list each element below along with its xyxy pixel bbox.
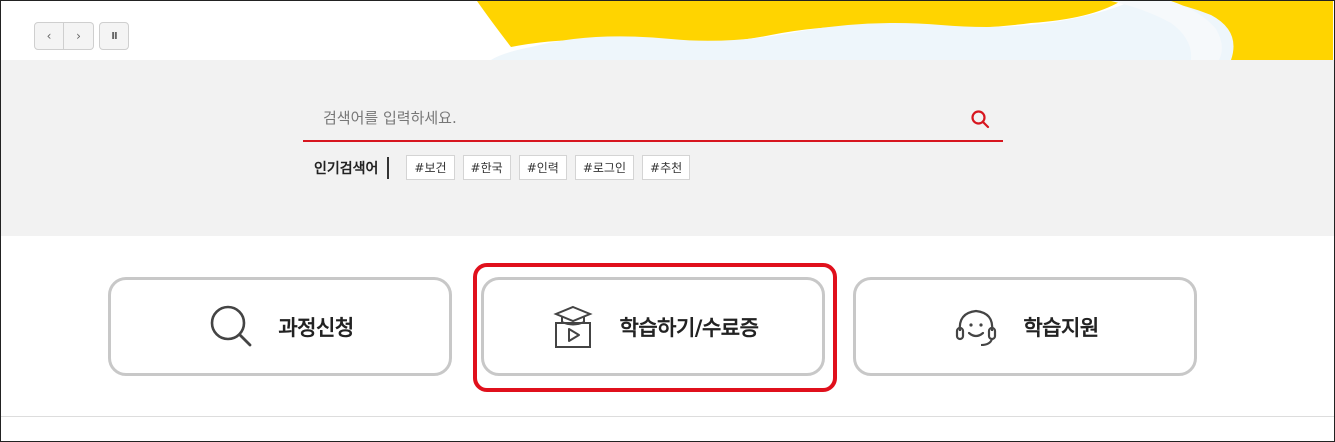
quick-menu: 과정신청 학습하기/수료증 학습지원 [1, 236, 1334, 416]
keyword-tag[interactable]: #인력 [518, 155, 567, 180]
search-button[interactable] [967, 106, 993, 132]
popular-keywords-label: 인기검색어 [314, 160, 379, 177]
learning-support-label: 학습지원 [1023, 315, 1099, 340]
slider-controls: ‹ › II [34, 22, 129, 50]
course-apply-label: 과정신청 [278, 315, 354, 340]
headset-icon [951, 302, 1001, 352]
graduation-video-icon [548, 302, 598, 352]
keyword-tag[interactable]: #추천 [642, 155, 691, 180]
search-section: 인기검색어 #보건 #한국 #인력 #로그인 #추천 [1, 60, 1334, 236]
pause-icon: II [111, 30, 118, 42]
magnifier-icon [206, 302, 256, 352]
slider-next-button[interactable]: › [64, 22, 94, 50]
chevron-left-icon: ‹ [46, 29, 52, 43]
learning-certificate-label: 학습하기/수료증 [619, 315, 759, 340]
popular-keywords: 인기검색어 #보건 #한국 #인력 #로그인 #추천 [314, 155, 698, 180]
keyword-tag[interactable]: #보건 [406, 155, 455, 180]
search-box [303, 98, 1003, 142]
learning-certificate-button[interactable]: 학습하기/수료증 [481, 277, 825, 376]
chevron-right-icon: › [76, 29, 81, 43]
keyword-tag[interactable]: #로그인 [574, 155, 635, 180]
banner-decoration [477, 1, 1333, 60]
slider-prev-button[interactable]: ‹ [34, 22, 64, 50]
learning-support-button[interactable]: 학습지원 [853, 277, 1197, 376]
search-input[interactable] [303, 98, 953, 138]
course-apply-button[interactable]: 과정신청 [108, 277, 452, 376]
popular-divider [387, 156, 390, 179]
slider-pause-button[interactable]: II [99, 22, 129, 50]
search-icon [971, 110, 990, 129]
keyword-tag[interactable]: #한국 [462, 155, 511, 180]
top-banner: ‹ › II [1, 1, 1334, 60]
divider [1, 416, 1334, 417]
